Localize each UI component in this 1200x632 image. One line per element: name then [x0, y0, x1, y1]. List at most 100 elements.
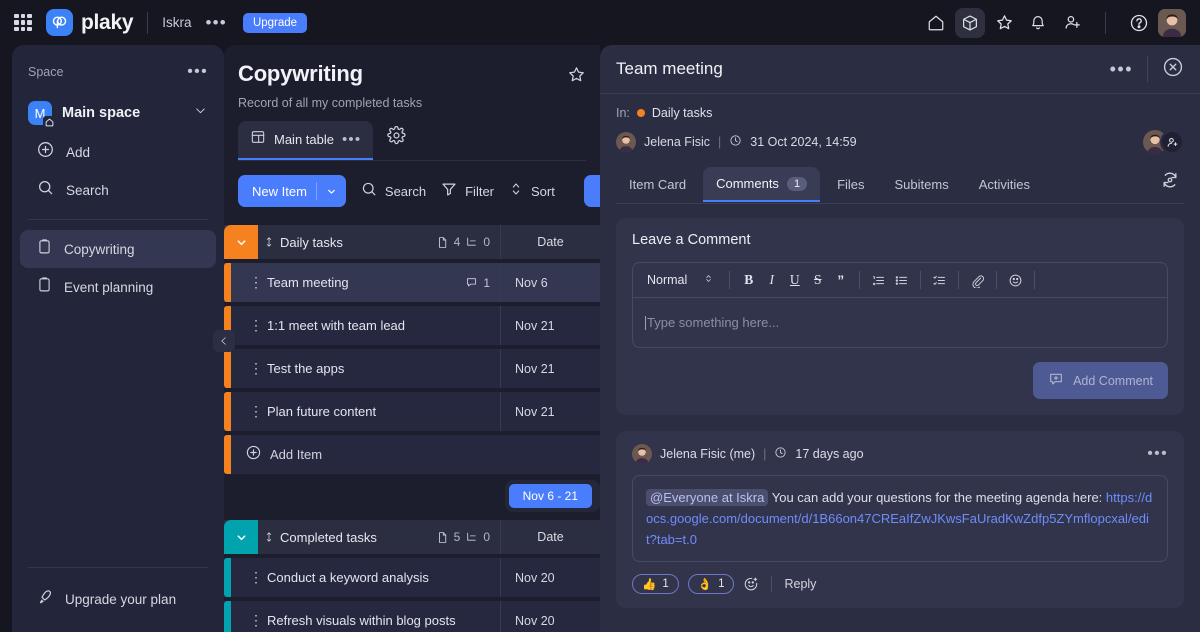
new-item-button[interactable]: New Item — [238, 175, 346, 207]
chevron-down-icon[interactable] — [317, 186, 346, 197]
table-row[interactable]: ⋮ 1:1 meet with team lead Nov 21 — [224, 306, 600, 345]
reaction-count: 1 — [718, 578, 725, 591]
row-date-cell[interactable]: Nov 20 — [500, 558, 600, 597]
avatar[interactable] — [632, 444, 652, 464]
row-date-cell[interactable]: Nov 21 — [500, 349, 600, 388]
row-menu-icon[interactable]: ⋮ — [245, 317, 267, 334]
checklist-icon[interactable] — [928, 269, 951, 292]
comment-input[interactable]: Type something here... — [633, 298, 1167, 347]
board-sort-button[interactable]: Sort — [508, 181, 555, 202]
board-toolbar-extra-button[interactable] — [584, 175, 600, 207]
chevron-down-icon[interactable] — [193, 103, 208, 123]
quote-icon[interactable]: ” — [829, 269, 852, 292]
add-item-label: Add Item — [270, 447, 323, 462]
group-collapse-toggle[interactable] — [224, 225, 258, 259]
board-search-button[interactable]: Search — [360, 180, 426, 203]
panel-group-name[interactable]: Daily tasks — [652, 106, 712, 120]
tab-comments[interactable]: Comments 1 — [703, 167, 821, 202]
group-drag-handle[interactable] — [258, 236, 280, 248]
toolbar-divider — [859, 271, 861, 289]
sidebar-collapse-button[interactable] — [213, 330, 235, 352]
row-menu-icon[interactable]: ⋮ — [245, 360, 267, 377]
tab-subitems[interactable]: Subitems — [882, 168, 962, 201]
tab-main-table[interactable]: Main table ••• — [238, 121, 374, 160]
row-menu-icon[interactable]: ⋮ — [245, 403, 267, 420]
close-icon[interactable] — [1162, 56, 1184, 83]
avatar[interactable] — [616, 132, 636, 152]
comment-editor: Normal B I U S ” Type something here... — [632, 262, 1168, 348]
gear-icon[interactable] — [387, 125, 406, 150]
group-drag-handle[interactable] — [258, 531, 280, 543]
table-row[interactable]: ⋮ Conduct a keyword analysis Nov 20 — [224, 558, 600, 597]
tab-files[interactable]: Files — [824, 168, 877, 201]
sidebar-more-icon[interactable]: ••• — [187, 63, 208, 81]
reaction-ok-hand[interactable]: 👌 1 — [687, 574, 735, 595]
bullet-list-icon[interactable] — [890, 269, 913, 292]
row-menu-icon[interactable]: ⋮ — [245, 569, 267, 586]
add-reaction-icon[interactable] — [743, 576, 759, 592]
italic-icon[interactable]: I — [760, 269, 783, 292]
add-person-icon[interactable] — [1057, 8, 1087, 38]
attachment-icon[interactable] — [966, 269, 989, 292]
table-row[interactable]: ⋮ Team meeting 1 Nov 6 — [224, 263, 600, 302]
plaky-logo[interactable]: plaky — [46, 9, 134, 36]
row-date-cell[interactable]: Nov 21 — [500, 306, 600, 345]
add-comment-button[interactable]: Add Comment — [1033, 362, 1168, 399]
home-icon[interactable] — [921, 8, 951, 38]
row-date-cell[interactable]: Nov 21 — [500, 392, 600, 431]
panel-more-icon[interactable]: ••• — [1110, 59, 1133, 80]
sidebar-item-event-planning[interactable]: Event planning — [20, 268, 216, 306]
star-icon[interactable] — [989, 8, 1019, 38]
plaky-app-window: plaky Iskra ••• Upgrade Space ••• M Main… — [0, 0, 1200, 632]
favorite-star-icon[interactable] — [567, 61, 586, 89]
add-person-icon[interactable] — [1160, 130, 1184, 154]
tab-item-card[interactable]: Item Card — [616, 168, 699, 201]
row-date-cell[interactable]: Nov 20 — [500, 601, 600, 632]
date-range-container: Nov 6 - 21 — [504, 480, 600, 512]
toolbar-divider — [1034, 271, 1036, 289]
tab-more-icon[interactable]: ••• — [342, 131, 361, 148]
bold-icon[interactable]: B — [737, 269, 760, 292]
workspace-name[interactable]: Iskra — [162, 15, 191, 30]
underline-icon[interactable]: U — [783, 269, 806, 292]
plus-circle-icon — [36, 140, 55, 164]
group-color-dot — [636, 109, 645, 117]
board-sort-label: Sort — [531, 183, 555, 199]
tab-activities[interactable]: Activities — [966, 168, 1043, 201]
help-icon[interactable] — [1124, 8, 1154, 38]
date-range-badge[interactable]: Nov 6 - 21 — [508, 484, 592, 508]
reaction-emoji: 👌 — [697, 579, 713, 592]
row-menu-icon[interactable]: ⋮ — [245, 274, 267, 291]
table-row[interactable]: ⋮ Test the apps Nov 21 — [224, 349, 600, 388]
reaction-thumbs-up[interactable]: 👍 1 — [632, 574, 679, 595]
row-menu-icon[interactable]: ⋮ — [245, 612, 267, 629]
comment-mention[interactable]: @Everyone at Iskra — [646, 489, 769, 506]
apps-grid-icon[interactable] — [14, 13, 32, 32]
sidebar-item-copywriting[interactable]: Copywriting — [20, 230, 216, 268]
comment-more-icon[interactable]: ••• — [1147, 445, 1168, 463]
emoji-icon[interactable] — [1004, 269, 1027, 292]
sidebar-upgrade-plan[interactable]: Upgrade your plan — [20, 580, 216, 618]
row-comment-count[interactable]: 1 — [465, 276, 500, 290]
column-header-date[interactable]: Date — [500, 225, 600, 259]
cube-icon[interactable] — [955, 7, 985, 38]
strikethrough-icon[interactable]: S — [806, 269, 829, 292]
row-date-cell[interactable]: Nov 6 — [500, 263, 600, 302]
refresh-icon[interactable] — [1156, 166, 1184, 203]
sidebar-item-search[interactable]: Search — [20, 171, 216, 209]
group-collapse-toggle[interactable] — [224, 520, 258, 554]
avatar[interactable] — [1158, 8, 1186, 37]
table-row[interactable]: ⋮ Refresh visuals within blog posts Nov … — [224, 601, 600, 632]
bell-icon[interactable] — [1023, 8, 1053, 38]
format-select[interactable]: Normal — [639, 271, 722, 289]
sidebar-item-add[interactable]: Add — [20, 133, 216, 171]
sidebar-space-main-space[interactable]: M Main space — [12, 93, 224, 133]
add-item-button[interactable]: Add Item — [224, 435, 600, 474]
reply-button[interactable]: Reply — [784, 577, 816, 591]
upgrade-button[interactable]: Upgrade — [242, 12, 308, 33]
board-filter-button[interactable]: Filter — [440, 180, 494, 203]
workspace-more-icon[interactable]: ••• — [205, 13, 226, 33]
table-row[interactable]: ⋮ Plan future content Nov 21 — [224, 392, 600, 431]
ordered-list-icon[interactable] — [867, 269, 890, 292]
column-header-date[interactable]: Date — [500, 520, 600, 554]
